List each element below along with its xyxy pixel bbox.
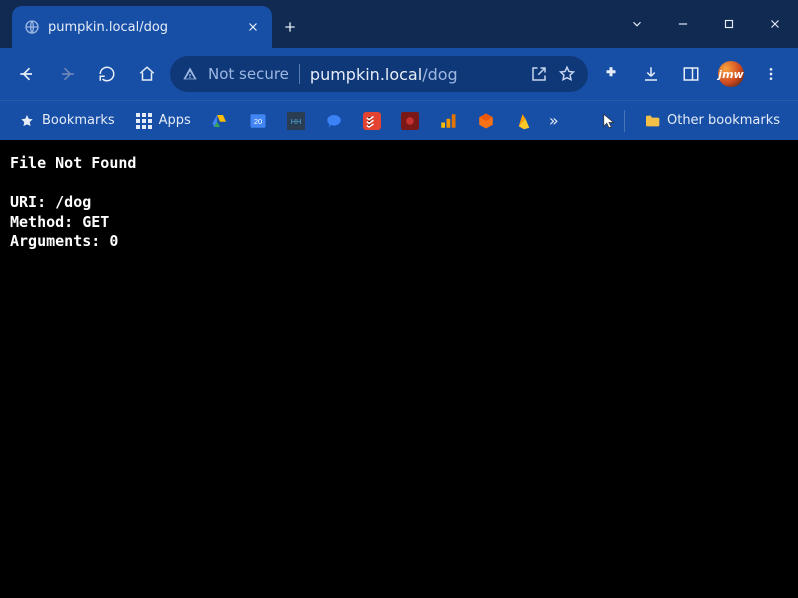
chat-bubble-icon [325,112,343,130]
other-bookmarks[interactable]: Other bookmarks [635,108,788,134]
apps-label: Apps [159,113,191,128]
avatar: jmw [718,61,744,87]
error-heading: File Not Found [10,154,788,174]
omnibox-separator [299,64,300,84]
overflow-chevron-icon[interactable]: » [549,111,559,130]
globe-icon [24,19,40,35]
back-button[interactable] [10,57,44,91]
bookmark-item-cube[interactable] [469,108,503,134]
gdrive-icon [211,112,229,130]
page-content: File Not Found URI: /dog Method: GET Arg… [0,140,798,598]
bookmark-item-hh[interactable]: HH [279,108,313,134]
firebase-icon [515,112,533,130]
analytics-icon [439,112,457,130]
window-controls [614,0,798,48]
downloads-icon[interactable] [634,57,668,91]
cube-icon [477,112,495,130]
method-line: Method: GET [10,213,788,233]
tab-title: pumpkin.local/dog [48,20,238,35]
hh-icon: HH [287,112,305,130]
omnibox[interactable]: Not secure pumpkin.local/dog [170,56,588,92]
close-tab-icon[interactable] [246,20,260,34]
bookmarks-bar: Bookmarks Apps 20 HH [0,100,798,140]
red-square-icon [401,112,419,130]
forward-button[interactable] [50,57,84,91]
share-icon[interactable] [530,65,548,83]
tab-search-button[interactable] [614,0,660,48]
not-secure-label: Not secure [208,65,289,83]
close-window-button[interactable] [752,0,798,48]
omnibox-url: pumpkin.local/dog [310,65,458,84]
not-secure-icon [182,66,198,82]
bookmark-item-red[interactable] [393,108,427,134]
bookmark-item-analytics[interactable] [431,108,465,134]
url-host: pumpkin.local [310,65,422,84]
url-path: /dog [422,65,458,84]
bookmarks-folder[interactable]: Bookmarks [10,108,123,134]
cursor-icon [600,112,618,130]
profile-avatar[interactable]: jmw [714,57,748,91]
minimize-button[interactable] [660,0,706,48]
bookmark-item-todoist[interactable] [355,108,389,134]
side-panel-icon[interactable] [674,57,708,91]
reload-button[interactable] [90,57,124,91]
bookmark-item-firebase[interactable] [507,108,541,134]
bookmarks-divider [624,110,625,132]
calendar-icon: 20 [249,112,267,130]
browser-toolbar: Not secure pumpkin.local/dog jmw [0,48,798,100]
extensions-icon[interactable] [594,57,628,91]
arguments-line: Arguments: 0 [10,232,788,252]
home-button[interactable] [130,57,164,91]
apps-shortcut[interactable]: Apps [127,108,199,134]
folder-icon [643,112,661,130]
bookmarks-label: Bookmarks [42,113,115,128]
bookmark-item-gdrive[interactable] [203,108,237,134]
bookmark-item-chat[interactable] [317,108,351,134]
uri-line: URI: /dog [10,193,788,213]
star-icon [18,112,36,130]
maximize-button[interactable] [706,0,752,48]
bookmark-item-calendar[interactable]: 20 [241,108,275,134]
todoist-icon [363,112,381,130]
other-bookmarks-label: Other bookmarks [667,113,780,128]
bookmark-star-icon[interactable] [558,65,576,83]
svg-text:20: 20 [254,117,262,126]
new-tab-button[interactable] [272,6,308,48]
svg-text:HH: HH [290,117,301,126]
menu-icon[interactable] [754,57,788,91]
apps-grid-icon [135,112,153,130]
window-titlebar: pumpkin.local/dog [0,0,798,48]
browser-tab[interactable]: pumpkin.local/dog [12,6,272,48]
